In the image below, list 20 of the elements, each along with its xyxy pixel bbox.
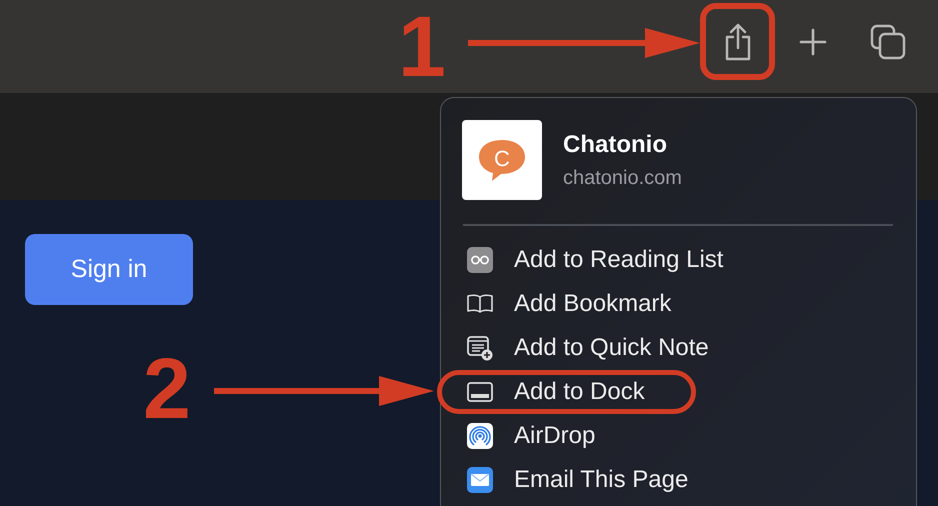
share-button[interactable] bbox=[700, 3, 775, 80]
dock-icon bbox=[467, 379, 493, 405]
plus-icon bbox=[798, 26, 828, 56]
glasses-icon bbox=[467, 247, 493, 273]
site-domain: chatonio.com bbox=[563, 166, 682, 190]
step-number: 2 bbox=[143, 346, 191, 432]
menu-item[interactable]: Add to Dock bbox=[437, 370, 696, 414]
site-logo-icon: C bbox=[462, 120, 542, 200]
menu-item[interactable]: Add Bookmark bbox=[437, 282, 722, 326]
envelope-icon bbox=[467, 467, 493, 493]
menu-item[interactable]: Add to Reading List bbox=[437, 238, 774, 282]
sign-in-button[interactable]: Sign in bbox=[25, 234, 193, 305]
menu-item[interactable]: AirDrop bbox=[437, 414, 646, 458]
airdrop-icon bbox=[467, 423, 493, 449]
note-plus-icon bbox=[467, 335, 493, 361]
tabs-icon bbox=[870, 24, 906, 60]
step-number: 1 bbox=[398, 4, 446, 90]
menu-item[interactable]: Add to Quick Note bbox=[437, 326, 760, 370]
site-name: Chatonio bbox=[563, 130, 668, 158]
menu-item[interactable]: Email This Page bbox=[437, 458, 740, 502]
